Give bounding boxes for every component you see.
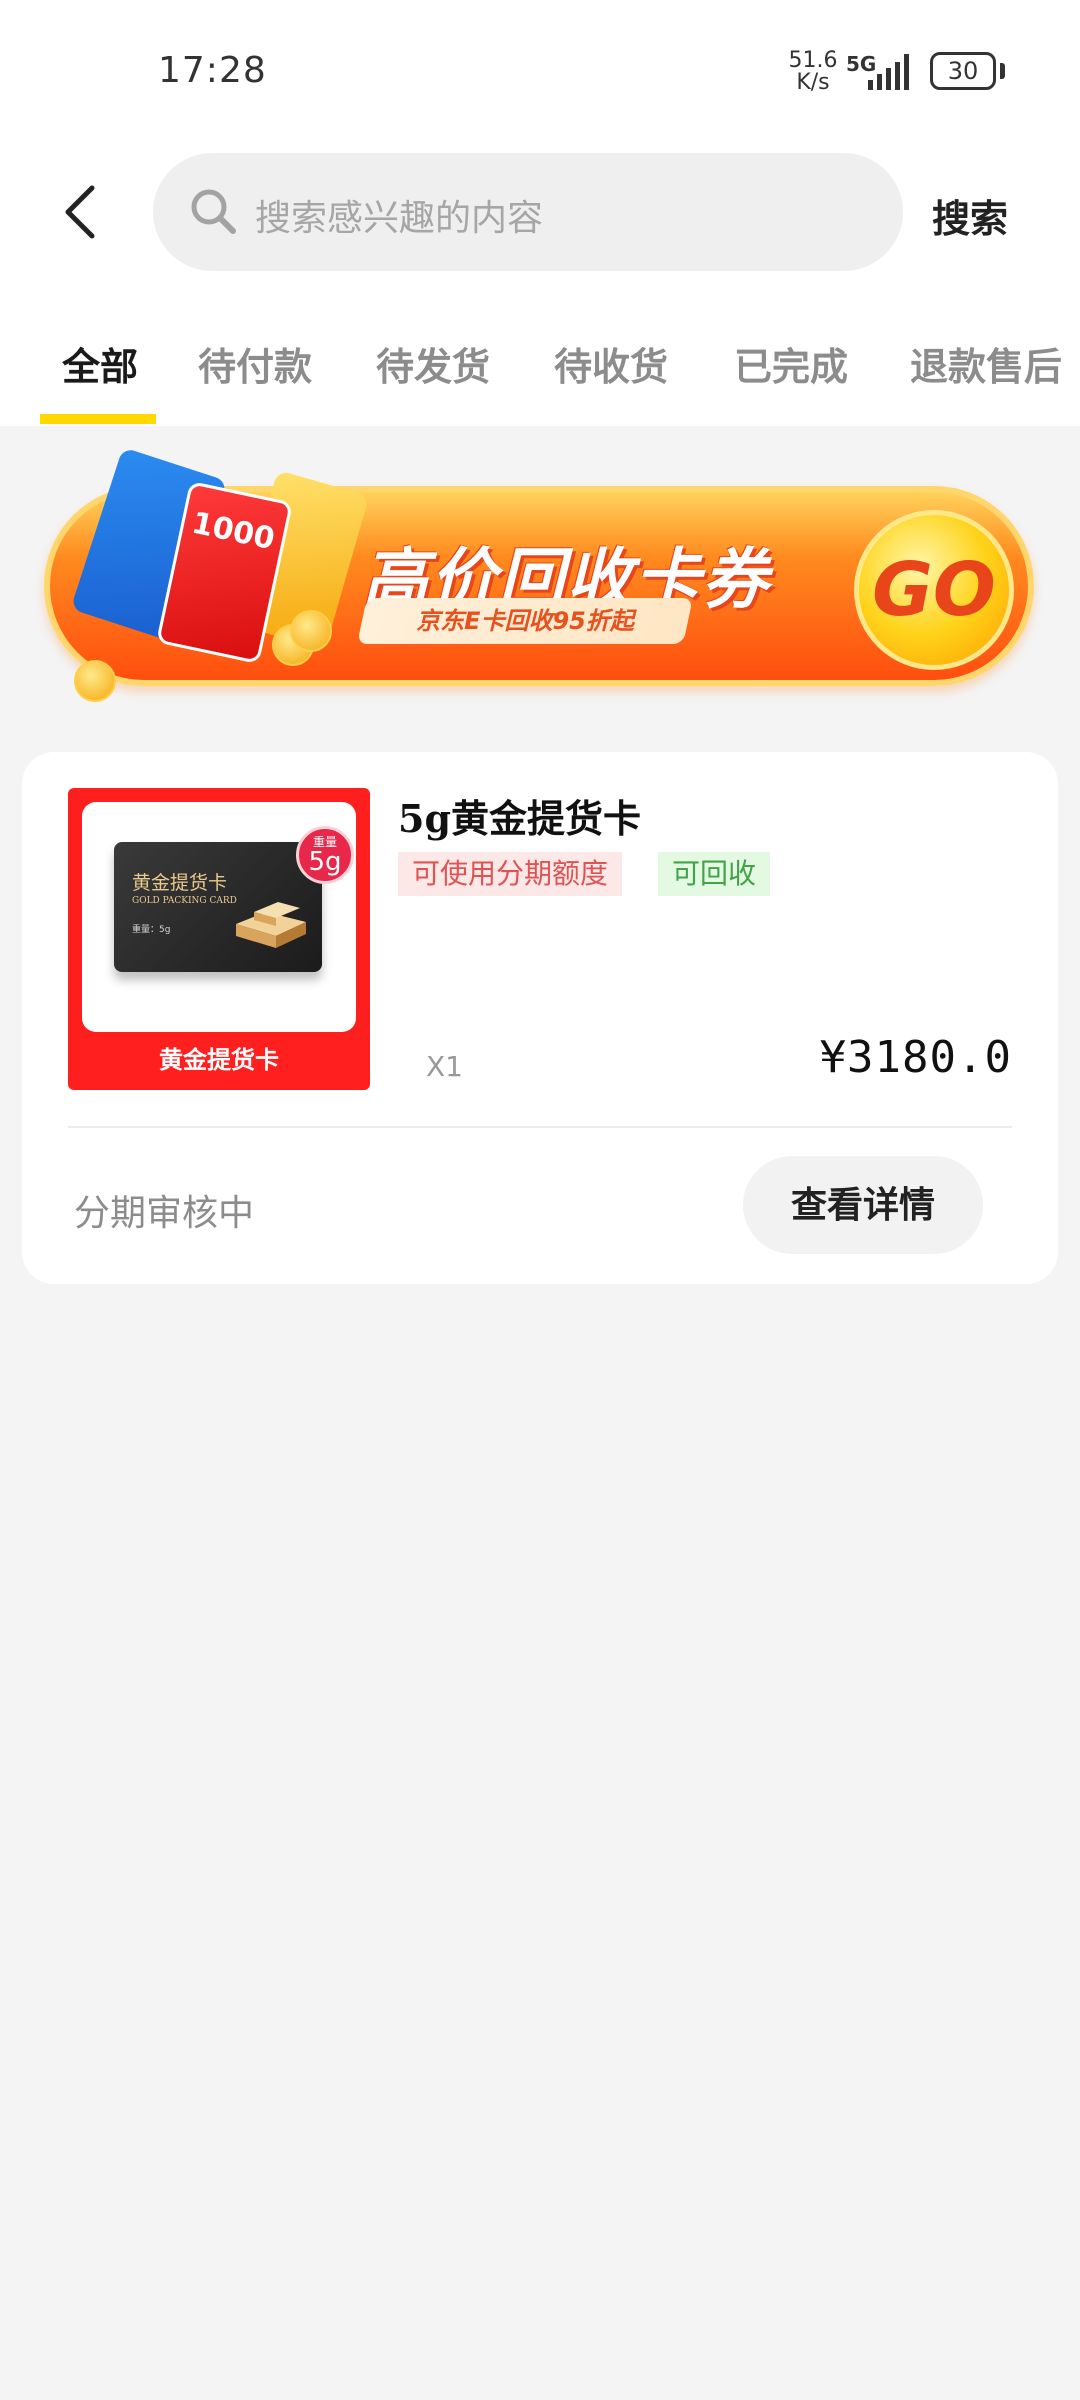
product-price: ¥3180.0	[819, 1032, 1012, 1083]
search-button[interactable]: 搜索	[932, 188, 1008, 243]
tab-completed[interactable]: 已完成	[734, 336, 848, 391]
installment-tag: 可使用分期额度	[398, 852, 623, 896]
back-button[interactable]	[58, 182, 108, 242]
view-details-button[interactable]: 查看详情	[743, 1156, 983, 1254]
battery-icon: 30	[930, 52, 996, 90]
search-icon	[191, 189, 236, 234]
recyclable-tag: 可回收	[658, 852, 771, 896]
tab-pending-payment[interactable]: 待付款	[198, 336, 312, 391]
recycle-banner[interactable]: 1000 高价回收卡券 京东E卡回收95折起 GO	[44, 447, 1034, 710]
product-name[interactable]: 5g黄金提货卡	[398, 788, 641, 843]
coin-icon	[290, 610, 332, 652]
order-card[interactable]: 黄金提货卡 GOLD PACKING CARD 重量：5g 重量 5g 黄金提货…	[22, 752, 1058, 1284]
search-input[interactable]: 搜索感兴趣的内容	[153, 153, 903, 271]
divider	[68, 1126, 1012, 1128]
gold-card-graphic: 黄金提货卡 GOLD PACKING CARD 重量：5g	[114, 842, 322, 972]
weight-badge: 重量 5g	[296, 826, 354, 884]
net-speed: 51.6 K/s	[788, 48, 838, 95]
tab-pending-receipt[interactable]: 待收货	[554, 336, 668, 391]
gold-bar-icon	[236, 902, 306, 948]
signal-icon	[868, 54, 909, 90]
tab-all[interactable]: 全部	[62, 336, 138, 391]
coin-icon	[74, 660, 116, 702]
order-status: 分期审核中	[74, 1193, 255, 1234]
battery-tip	[1000, 63, 1005, 79]
banner-subtitle: 京东E卡回收95折起	[357, 598, 693, 644]
product-image-inner: 黄金提货卡 GOLD PACKING CARD 重量：5g 重量 5g	[82, 802, 356, 1032]
tab-refund[interactable]: 退款售后	[910, 336, 1062, 391]
product-image-label: 黄金提货卡	[159, 1046, 279, 1074]
tab-pending-shipment[interactable]: 待发货	[376, 336, 490, 391]
product-image[interactable]: 黄金提货卡 GOLD PACKING CARD 重量：5g 重量 5g 黄金提货…	[68, 788, 370, 1090]
search-placeholder: 搜索感兴趣的内容	[255, 198, 544, 239]
status-time: 17:28	[158, 50, 267, 91]
tab-indicator	[40, 414, 156, 424]
order-tabs: 全部 待付款 待发货 待收货 已完成 退款售后	[0, 336, 1080, 426]
banner-go-button[interactable]: GO	[854, 510, 1014, 670]
product-quantity: X1	[426, 1050, 463, 1083]
